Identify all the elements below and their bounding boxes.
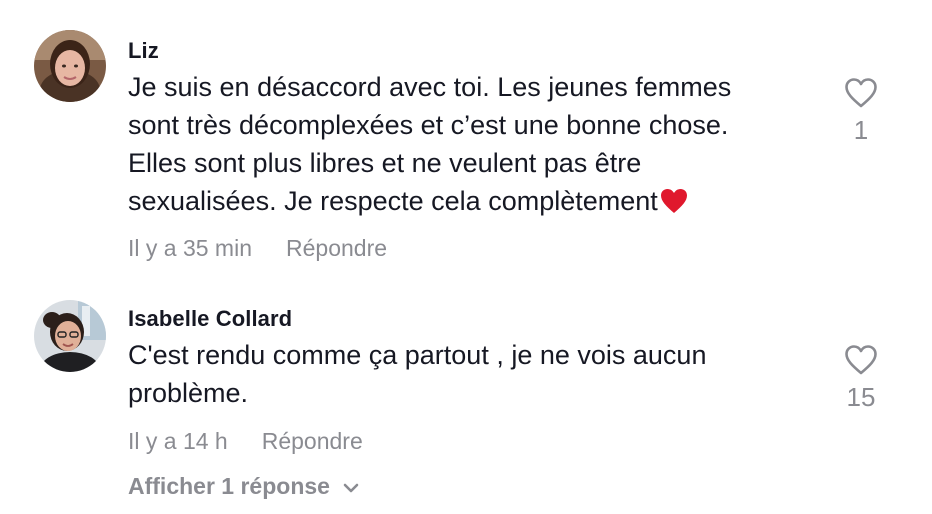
comment-line-last: sexualisées. Je respecte cela complèteme… <box>128 182 818 224</box>
comment-line: Je suis en désaccord avec toi. Les jeune… <box>128 72 732 102</box>
comment-meta: Il y a 14 h Répondre <box>128 428 363 455</box>
comment-item: Liz Je suis en désaccord avec toi. Les j… <box>0 0 932 280</box>
reply-button[interactable]: Répondre <box>286 235 387 261</box>
like-count: 1 <box>853 115 869 145</box>
avatar[interactable] <box>34 30 106 102</box>
comment-text: Je suis en désaccord avec toi. Les jeune… <box>128 68 818 224</box>
username[interactable]: Isabelle Collard <box>128 306 292 332</box>
comment-line: Elles sont plus libres et ne veulent pas… <box>128 148 642 178</box>
comment-meta: Il y a 35 min Répondre <box>128 235 387 262</box>
comment-text: C'est rendu comme ça partout , je ne voi… <box>128 336 818 412</box>
comment-line: problème. <box>128 378 249 408</box>
like-count: 15 <box>846 382 876 412</box>
view-replies-label: Afficher 1 réponse <box>128 473 330 499</box>
like-button[interactable]: 1 <box>836 77 886 146</box>
username[interactable]: Liz <box>128 38 159 64</box>
comment-line: C'est rendu comme ça partout , je ne voi… <box>128 340 707 370</box>
view-replies-button[interactable]: Afficher 1 réponse <box>128 473 360 500</box>
reply-button[interactable]: Répondre <box>262 428 363 454</box>
avatar[interactable] <box>34 300 106 372</box>
heart-outline-icon <box>836 344 886 376</box>
chevron-down-icon <box>330 473 360 499</box>
timestamp: Il y a 14 h <box>128 428 228 454</box>
red-heart-emoji-icon <box>660 186 688 224</box>
like-button[interactable]: 15 <box>836 344 886 413</box>
heart-outline-icon <box>836 77 886 109</box>
comment-line: sexualisées. Je respecte cela complèteme… <box>128 186 658 216</box>
comment-line: sont très décomplexées et c’est une bonn… <box>128 110 729 140</box>
timestamp: Il y a 35 min <box>128 235 252 261</box>
